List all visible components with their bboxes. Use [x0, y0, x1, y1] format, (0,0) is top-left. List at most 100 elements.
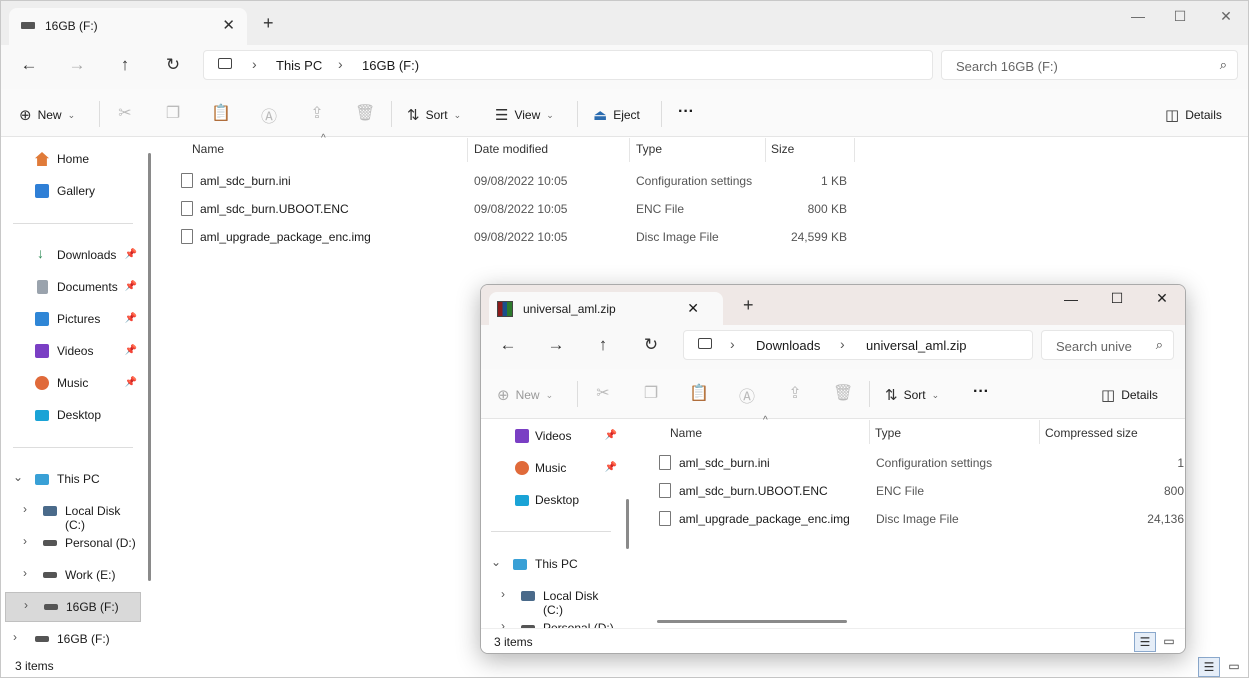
column-divider[interactable]	[1039, 420, 1040, 444]
column-divider[interactable]	[765, 138, 766, 162]
breadcrumb-16gb[interactable]: 16GB (F:)	[362, 58, 419, 73]
view-button[interactable]: ☰ View ⌄	[495, 106, 554, 124]
details-view-icon[interactable]: ☰	[1198, 657, 1220, 677]
column-header-type[interactable]: Type	[875, 426, 901, 440]
details-button[interactable]: ◫ Details	[1101, 386, 1158, 404]
share-icon[interactable]: ⇪	[785, 383, 805, 403]
sidebar-item-work-e[interactable]: › Work (E:)	[1, 561, 141, 589]
sidebar-item-music[interactable]: Music 📌	[481, 454, 621, 482]
sidebar-item-music[interactable]: Music 📌	[1, 369, 141, 397]
rename-icon[interactable]: Ⓐ	[259, 103, 279, 127]
more-options-icon[interactable]: ···	[678, 103, 694, 121]
sidebar-item-desktop[interactable]: Desktop	[1, 401, 141, 429]
file-row[interactable]: aml_sdc_burn.ini Configuration settings …	[651, 449, 1185, 477]
up-icon[interactable]: ↑	[113, 55, 137, 75]
paste-icon[interactable]: 📋	[689, 383, 709, 403]
tiles-view-icon[interactable]: ▭	[1158, 632, 1180, 652]
chevron-right-icon[interactable]: ›	[23, 534, 27, 548]
back-icon[interactable]: ←	[17, 55, 41, 75]
maximize-icon[interactable]: ☐	[1102, 290, 1132, 307]
file-row[interactable]: aml_sdc_burn.UBOOT.ENC ENC File 800	[651, 477, 1185, 505]
more-options-icon[interactable]: ···	[973, 383, 989, 401]
close-tab-icon[interactable]: ✕	[222, 16, 235, 34]
chevron-right-icon[interactable]: ›	[840, 336, 845, 352]
column-header-type[interactable]: Type	[636, 142, 662, 156]
sidebar-item-16gb-f[interactable]: › 16GB (F:)	[5, 592, 141, 622]
column-divider[interactable]	[629, 138, 630, 162]
tiles-view-icon[interactable]: ▭	[1223, 657, 1245, 677]
sort-button[interactable]: ⇅ Sort ⌄	[885, 386, 939, 404]
back-icon[interactable]: ←	[496, 335, 520, 355]
minimize-icon[interactable]: —	[1123, 8, 1153, 24]
column-header-date[interactable]: Date modified	[474, 142, 548, 156]
share-icon[interactable]: ⇪	[307, 103, 327, 123]
sidebar-item-desktop[interactable]: Desktop	[481, 486, 621, 514]
file-row[interactable]: aml_upgrade_package_enc.img 09/08/2022 1…	[173, 223, 858, 251]
delete-icon[interactable]: 🗑	[355, 103, 375, 123]
address-bar[interactable]: › This PC › 16GB (F:)	[203, 50, 933, 80]
sidebar-item-this-pc[interactable]: ⌄ This PC	[481, 550, 621, 578]
column-header-compressed-size[interactable]: Compressed size	[1045, 426, 1138, 440]
chevron-right-icon[interactable]: ›	[730, 336, 735, 352]
horizontal-scrollbar[interactable]	[657, 620, 847, 623]
pin-icon[interactable]: 📌	[125, 281, 137, 292]
chevron-right-icon[interactable]: ›	[23, 502, 27, 516]
sidebar-scrollbar[interactable]	[148, 153, 151, 581]
sidebar-item-videos[interactable]: Videos 📌	[1, 337, 141, 365]
new-tab-icon[interactable]: +	[263, 13, 274, 34]
sidebar-item-downloads[interactable]: ↓ Downloads 📌	[1, 241, 141, 269]
tab-universal-aml-zip[interactable]: universal_aml.zip ✕	[489, 292, 723, 325]
chevron-right-icon[interactable]: ›	[13, 630, 17, 644]
delete-icon[interactable]: 🗑	[833, 383, 853, 403]
search-input[interactable]: Search unive ⌕	[1041, 330, 1174, 360]
forward-icon[interactable]: →	[65, 55, 89, 75]
column-divider[interactable]	[869, 420, 870, 444]
file-row[interactable]: aml_sdc_burn.ini 09/08/2022 10:05 Config…	[173, 167, 858, 195]
breadcrumb-downloads[interactable]: Downloads	[756, 338, 820, 353]
sidebar-item-gallery[interactable]: Gallery	[1, 177, 141, 205]
sidebar-item-home[interactable]: Home	[1, 145, 141, 173]
chevron-right-icon[interactable]: ›	[501, 587, 505, 601]
new-tab-icon[interactable]: +	[743, 295, 754, 316]
pin-icon[interactable]: 📌	[125, 249, 137, 260]
chevron-right-icon[interactable]: ›	[338, 56, 343, 72]
address-bar[interactable]: › Downloads › universal_aml.zip	[683, 330, 1033, 360]
up-icon[interactable]: ↑	[591, 335, 615, 355]
column-header-name[interactable]: Name	[670, 426, 702, 440]
pin-icon[interactable]: 📌	[605, 462, 617, 473]
sidebar-item-pictures[interactable]: Pictures 📌	[1, 305, 141, 333]
minimize-icon[interactable]: —	[1056, 291, 1086, 307]
close-tab-icon[interactable]: ✕	[687, 300, 699, 317]
pin-icon[interactable]: 📌	[125, 377, 137, 388]
chevron-right-icon[interactable]: ›	[252, 56, 257, 72]
sidebar-item-local-disk-c[interactable]: › Local Disk (C:)	[1, 497, 141, 532]
file-row[interactable]: aml_upgrade_package_enc.img Disc Image F…	[651, 505, 1185, 533]
refresh-icon[interactable]: ↻	[161, 55, 185, 75]
sidebar-item-this-pc[interactable]: ⌄ This PC	[1, 465, 141, 493]
paste-icon[interactable]: 📋	[211, 103, 231, 123]
column-divider[interactable]	[854, 138, 855, 162]
details-view-icon[interactable]: ☰	[1134, 632, 1156, 652]
forward-icon[interactable]: →	[544, 335, 568, 355]
chevron-down-icon[interactable]: ⌄	[13, 470, 23, 484]
sidebar-item-documents[interactable]: Documents 📌	[1, 273, 141, 301]
copy-icon[interactable]: ❐	[641, 383, 661, 403]
new-button[interactable]: ⊕ New ⌄	[497, 386, 553, 404]
sidebar-item-local-disk-c[interactable]: › Local Disk (C:)	[481, 582, 621, 617]
close-window-icon[interactable]: ✕	[1147, 290, 1177, 307]
new-button[interactable]: ⊕ New ⌄	[19, 106, 75, 124]
column-header-size[interactable]: Size	[771, 142, 794, 156]
pin-icon[interactable]: 📌	[605, 430, 617, 441]
tab-16gb[interactable]: 16GB (F:) ✕	[9, 8, 247, 45]
close-window-icon[interactable]: ✕	[1211, 8, 1241, 25]
column-divider[interactable]	[467, 138, 468, 162]
refresh-icon[interactable]: ↻	[639, 335, 663, 355]
breadcrumb-this-pc[interactable]: This PC	[276, 58, 322, 73]
sidebar-item-16gb-f-root[interactable]: › 16GB (F:)	[1, 625, 141, 653]
sidebar-scrollbar[interactable]	[626, 499, 629, 549]
rename-icon[interactable]: Ⓐ	[737, 383, 757, 407]
chevron-right-icon[interactable]: ›	[24, 598, 28, 612]
pin-icon[interactable]: 📌	[125, 313, 137, 324]
column-header-name[interactable]: Name	[192, 142, 224, 156]
copy-icon[interactable]: ❐	[163, 103, 183, 123]
